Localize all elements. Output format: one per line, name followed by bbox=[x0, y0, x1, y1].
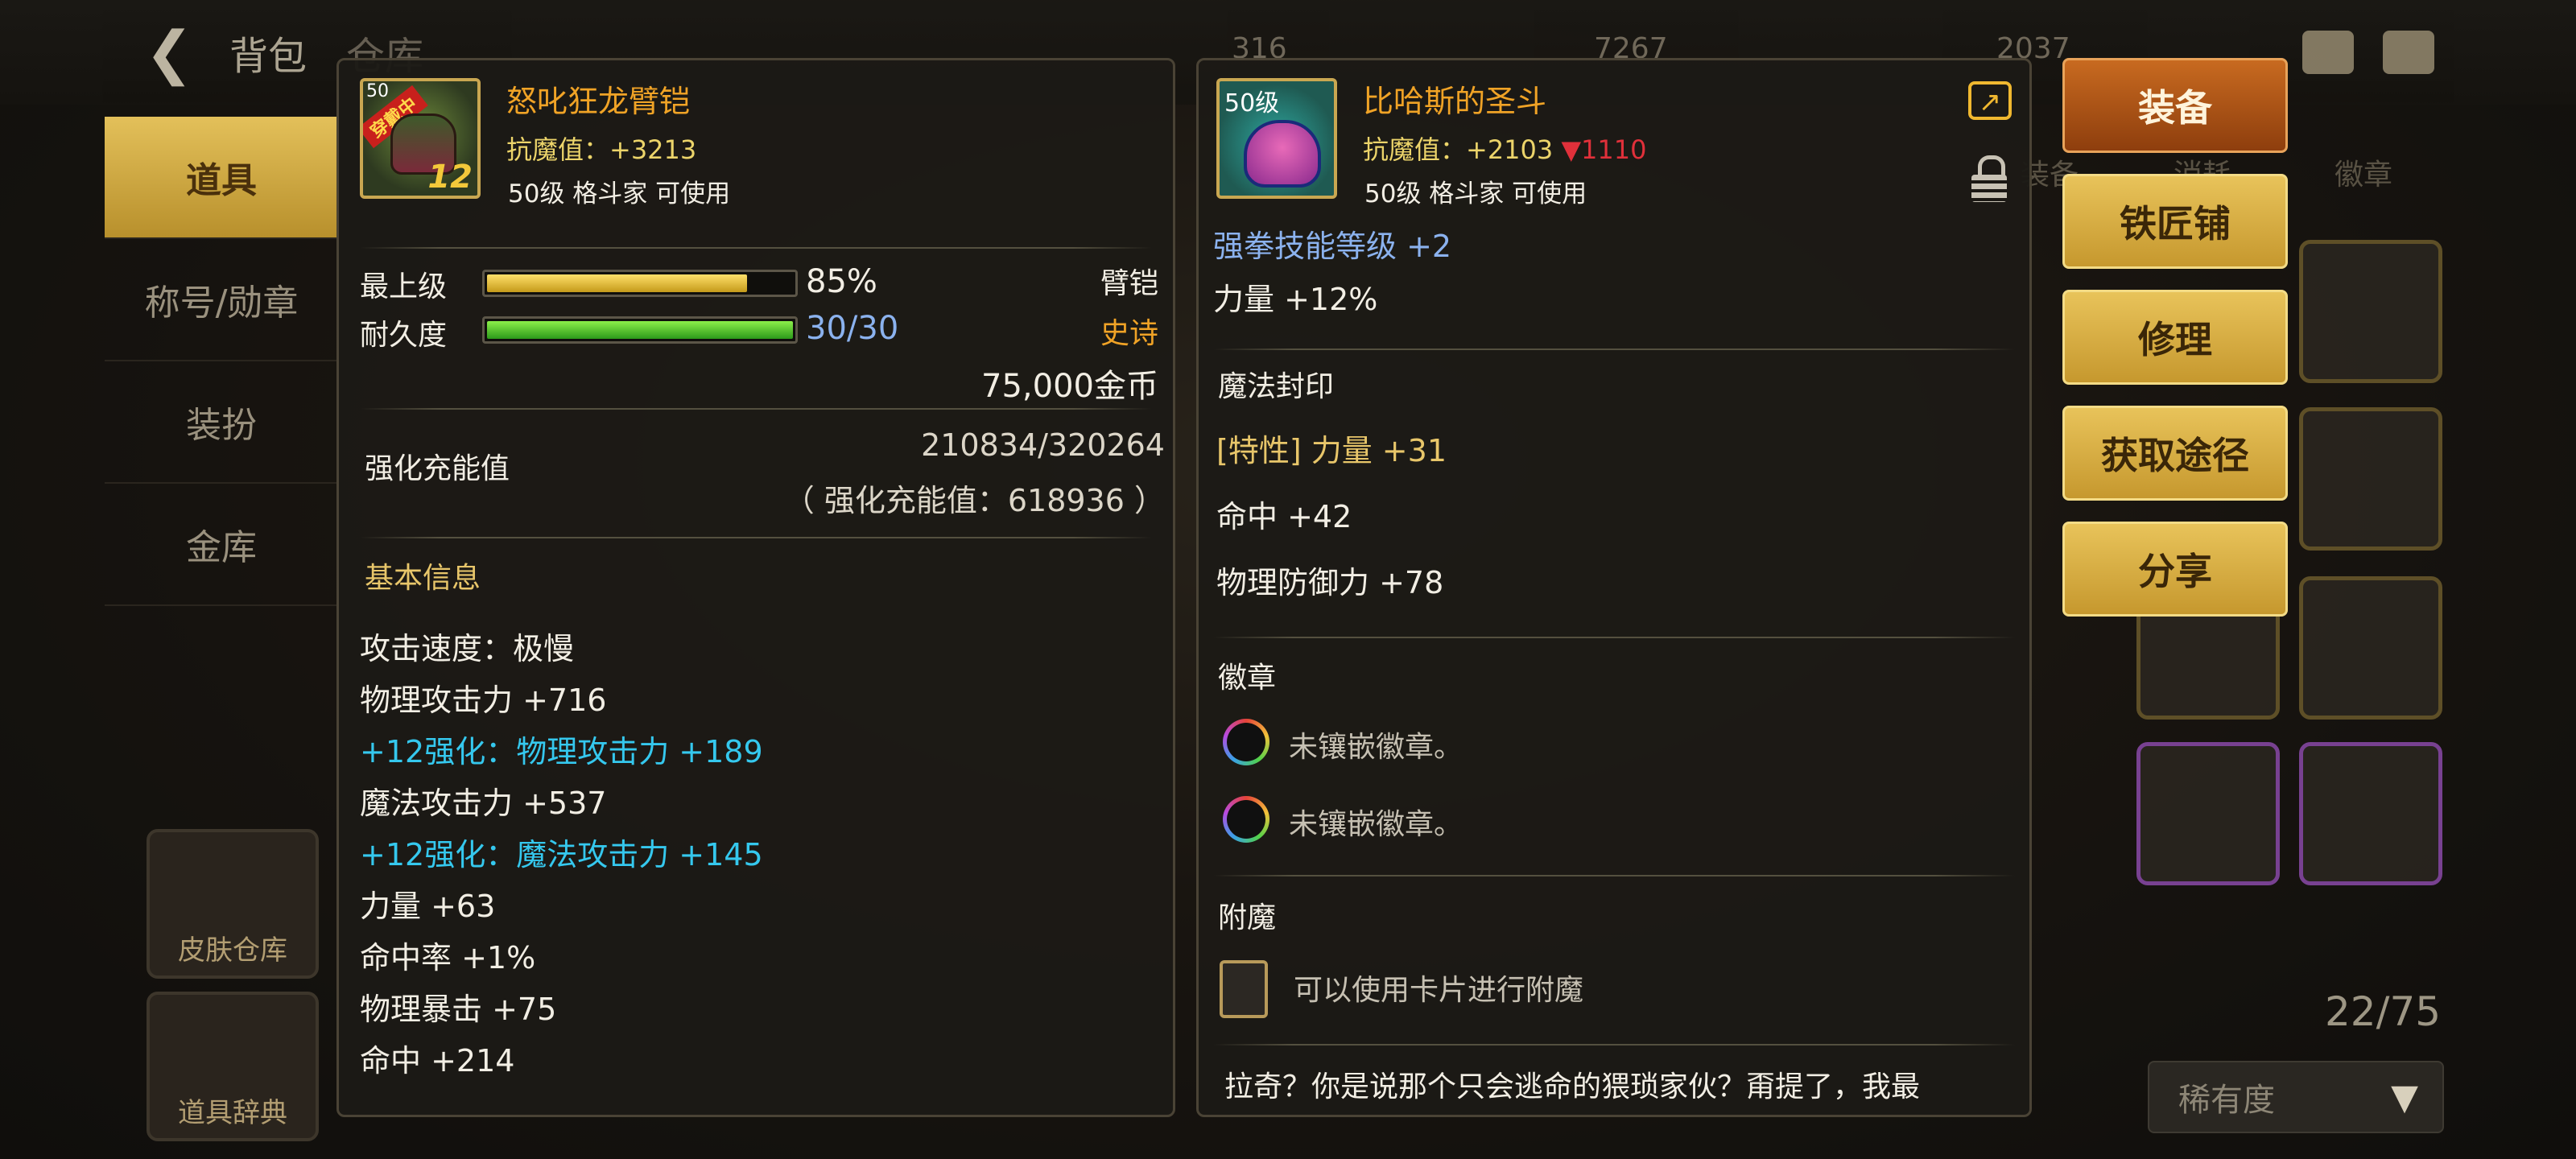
inventory-slot[interactable] bbox=[2299, 240, 2442, 383]
durability-label: 耐久度 bbox=[360, 319, 448, 352]
divider bbox=[360, 247, 1152, 249]
obtain-source-button[interactable]: 获取途径 bbox=[2062, 406, 2288, 501]
mail-icon[interactable] bbox=[2302, 31, 2354, 74]
item-name: 比哈斯的圣斗 bbox=[1363, 84, 1547, 119]
tab-items[interactable]: 道具 bbox=[105, 117, 338, 239]
inventory-slot[interactable] bbox=[2299, 742, 2442, 885]
emblem-empty-text: 未镶嵌徽章。 bbox=[1289, 731, 1463, 764]
emblem-socket-icon[interactable] bbox=[1223, 796, 1269, 843]
inventory-slot[interactable] bbox=[2136, 742, 2280, 885]
enchant-card-slot[interactable] bbox=[1220, 960, 1268, 1018]
rarity-label: 史诗 bbox=[1100, 317, 1158, 350]
section-emblem: 徽章 bbox=[1218, 662, 1277, 695]
section-basic-info: 基本信息 bbox=[365, 562, 481, 595]
skin-storage-button[interactable]: 皮肤仓库 bbox=[147, 829, 319, 979]
item-type: 臂铠 bbox=[1100, 267, 1158, 300]
item-icon[interactable]: 50级 bbox=[1216, 78, 1337, 199]
divider bbox=[360, 537, 1152, 538]
charge-label: 强化充能值 bbox=[365, 452, 510, 485]
stat-line: +12强化：物理攻击力 +189 bbox=[360, 734, 763, 769]
item-name: 怒叱狂龙臂铠 bbox=[506, 84, 691, 119]
item-requirement: 50级 格斗家 可使用 bbox=[1364, 179, 1587, 208]
section-enchant: 附魔 bbox=[1218, 901, 1277, 934]
divider bbox=[1213, 1044, 2015, 1046]
skill-bonus: 强拳技能等级 +2 bbox=[1213, 229, 1452, 264]
inventory-slot[interactable] bbox=[2299, 576, 2442, 720]
divider bbox=[1213, 637, 2015, 638]
stat-line: 攻击速度：极慢 bbox=[360, 631, 575, 666]
magic-resist: 抗魔值：+2103 ▼1110 bbox=[1363, 130, 1646, 167]
flavor-text: 拉奇？你是说那个只会逃命的猥琐家伙？甭提了，我最 bbox=[1224, 1070, 1921, 1103]
durability-bar bbox=[482, 316, 798, 344]
grade-label: 最上级 bbox=[360, 270, 448, 303]
emblem-empty-text: 未镶嵌徽章。 bbox=[1289, 808, 1463, 841]
seal-line: 物理防御力 +78 bbox=[1216, 565, 1444, 600]
charge-total: （ 强化充能值：618936 ） bbox=[783, 483, 1165, 518]
repair-button[interactable]: 修理 bbox=[2062, 290, 2288, 385]
item-level-tag: 50 bbox=[366, 81, 389, 101]
tab-vault[interactable]: 金库 bbox=[105, 484, 338, 606]
divider bbox=[360, 408, 1152, 410]
divider bbox=[1213, 875, 2015, 876]
divider bbox=[1213, 349, 2015, 350]
fist-weapon-icon bbox=[1244, 120, 1321, 188]
seal-line: 命中 +42 bbox=[1216, 499, 1352, 534]
stat-line: 命中率 +1% bbox=[360, 940, 536, 975]
stat-line: 魔法攻击力 +537 bbox=[360, 786, 607, 821]
grade-bar bbox=[482, 270, 798, 297]
tab-titles[interactable]: 称号/勋章 bbox=[105, 239, 338, 361]
inventory-count: 22/75 bbox=[2325, 988, 2442, 1035]
durability-value: 30/30 bbox=[806, 310, 899, 347]
item-icon[interactable]: 50 穿戴中 12 bbox=[360, 78, 481, 199]
equip-button[interactable]: 装备 bbox=[2062, 58, 2288, 153]
page-title: 背包 bbox=[229, 34, 308, 79]
share-external-icon[interactable]: ↗ bbox=[1968, 81, 2012, 120]
item-level-tag: 50级 bbox=[1224, 89, 1280, 118]
chat-icon[interactable] bbox=[2383, 31, 2434, 74]
inventory-tab[interactable]: 徽章 bbox=[2334, 151, 2392, 193]
magic-resist: 抗魔值：+3213 bbox=[506, 134, 697, 165]
grade-bar-fill bbox=[487, 274, 747, 292]
item-dictionary-button[interactable]: 道具辞典 bbox=[147, 992, 319, 1141]
arrow-left-icon[interactable]: ❮ bbox=[145, 23, 209, 82]
stat-line: 命中 +214 bbox=[360, 1043, 515, 1079]
tab-avatar[interactable]: 装扮 bbox=[105, 361, 338, 484]
lock-icon[interactable] bbox=[1971, 155, 2007, 202]
inventory-slot[interactable] bbox=[2299, 407, 2442, 551]
enhance-level: 12 bbox=[427, 159, 473, 196]
strength-bonus: 力量 +12% bbox=[1213, 282, 1378, 317]
grade-percent: 85% bbox=[806, 263, 877, 300]
charge-value: 210834/320264 bbox=[921, 427, 1165, 463]
filter-label: 稀有度 bbox=[2178, 1082, 2275, 1119]
resist-diff: ▼1110 bbox=[1561, 134, 1647, 165]
equipped-item-panel: 50 穿戴中 12 怒叱狂龙臂铠 抗魔值：+3213 50级 格斗家 可使用 最… bbox=[336, 58, 1175, 1117]
blacksmith-button[interactable]: 铁匠铺 bbox=[2062, 174, 2288, 269]
enchant-hint: 可以使用卡片进行附魔 bbox=[1294, 974, 1584, 1007]
left-tab-list: 道具 称号/勋章 装扮 金库 bbox=[105, 117, 338, 606]
emblem-socket-icon[interactable] bbox=[1223, 719, 1269, 765]
stat-line: 物理暴击 +75 bbox=[360, 992, 557, 1027]
durability-bar-fill bbox=[487, 321, 793, 339]
stat-line: 力量 +63 bbox=[360, 889, 496, 924]
stat-line: +12强化：魔法攻击力 +145 bbox=[360, 837, 763, 872]
chevron-down-icon: ▼ bbox=[2391, 1076, 2418, 1118]
section-magic-seal: 魔法封印 bbox=[1218, 370, 1335, 403]
item-requirement: 50级 格斗家 可使用 bbox=[508, 179, 731, 208]
seal-trait: [特性] 力量 +31 bbox=[1216, 433, 1447, 468]
sell-price: 75,000金币 bbox=[981, 368, 1158, 405]
magic-resist-value: 抗魔值：+2103 bbox=[1363, 134, 1554, 165]
compare-item-panel: 50级 比哈斯的圣斗 抗魔值：+2103 ▼1110 50级 格斗家 可使用 ↗… bbox=[1196, 58, 2032, 1117]
rarity-filter-dropdown[interactable]: 稀有度 ▼ bbox=[2148, 1061, 2444, 1133]
share-button[interactable]: 分享 bbox=[2062, 522, 2288, 617]
stat-line: 物理攻击力 +716 bbox=[360, 683, 607, 718]
